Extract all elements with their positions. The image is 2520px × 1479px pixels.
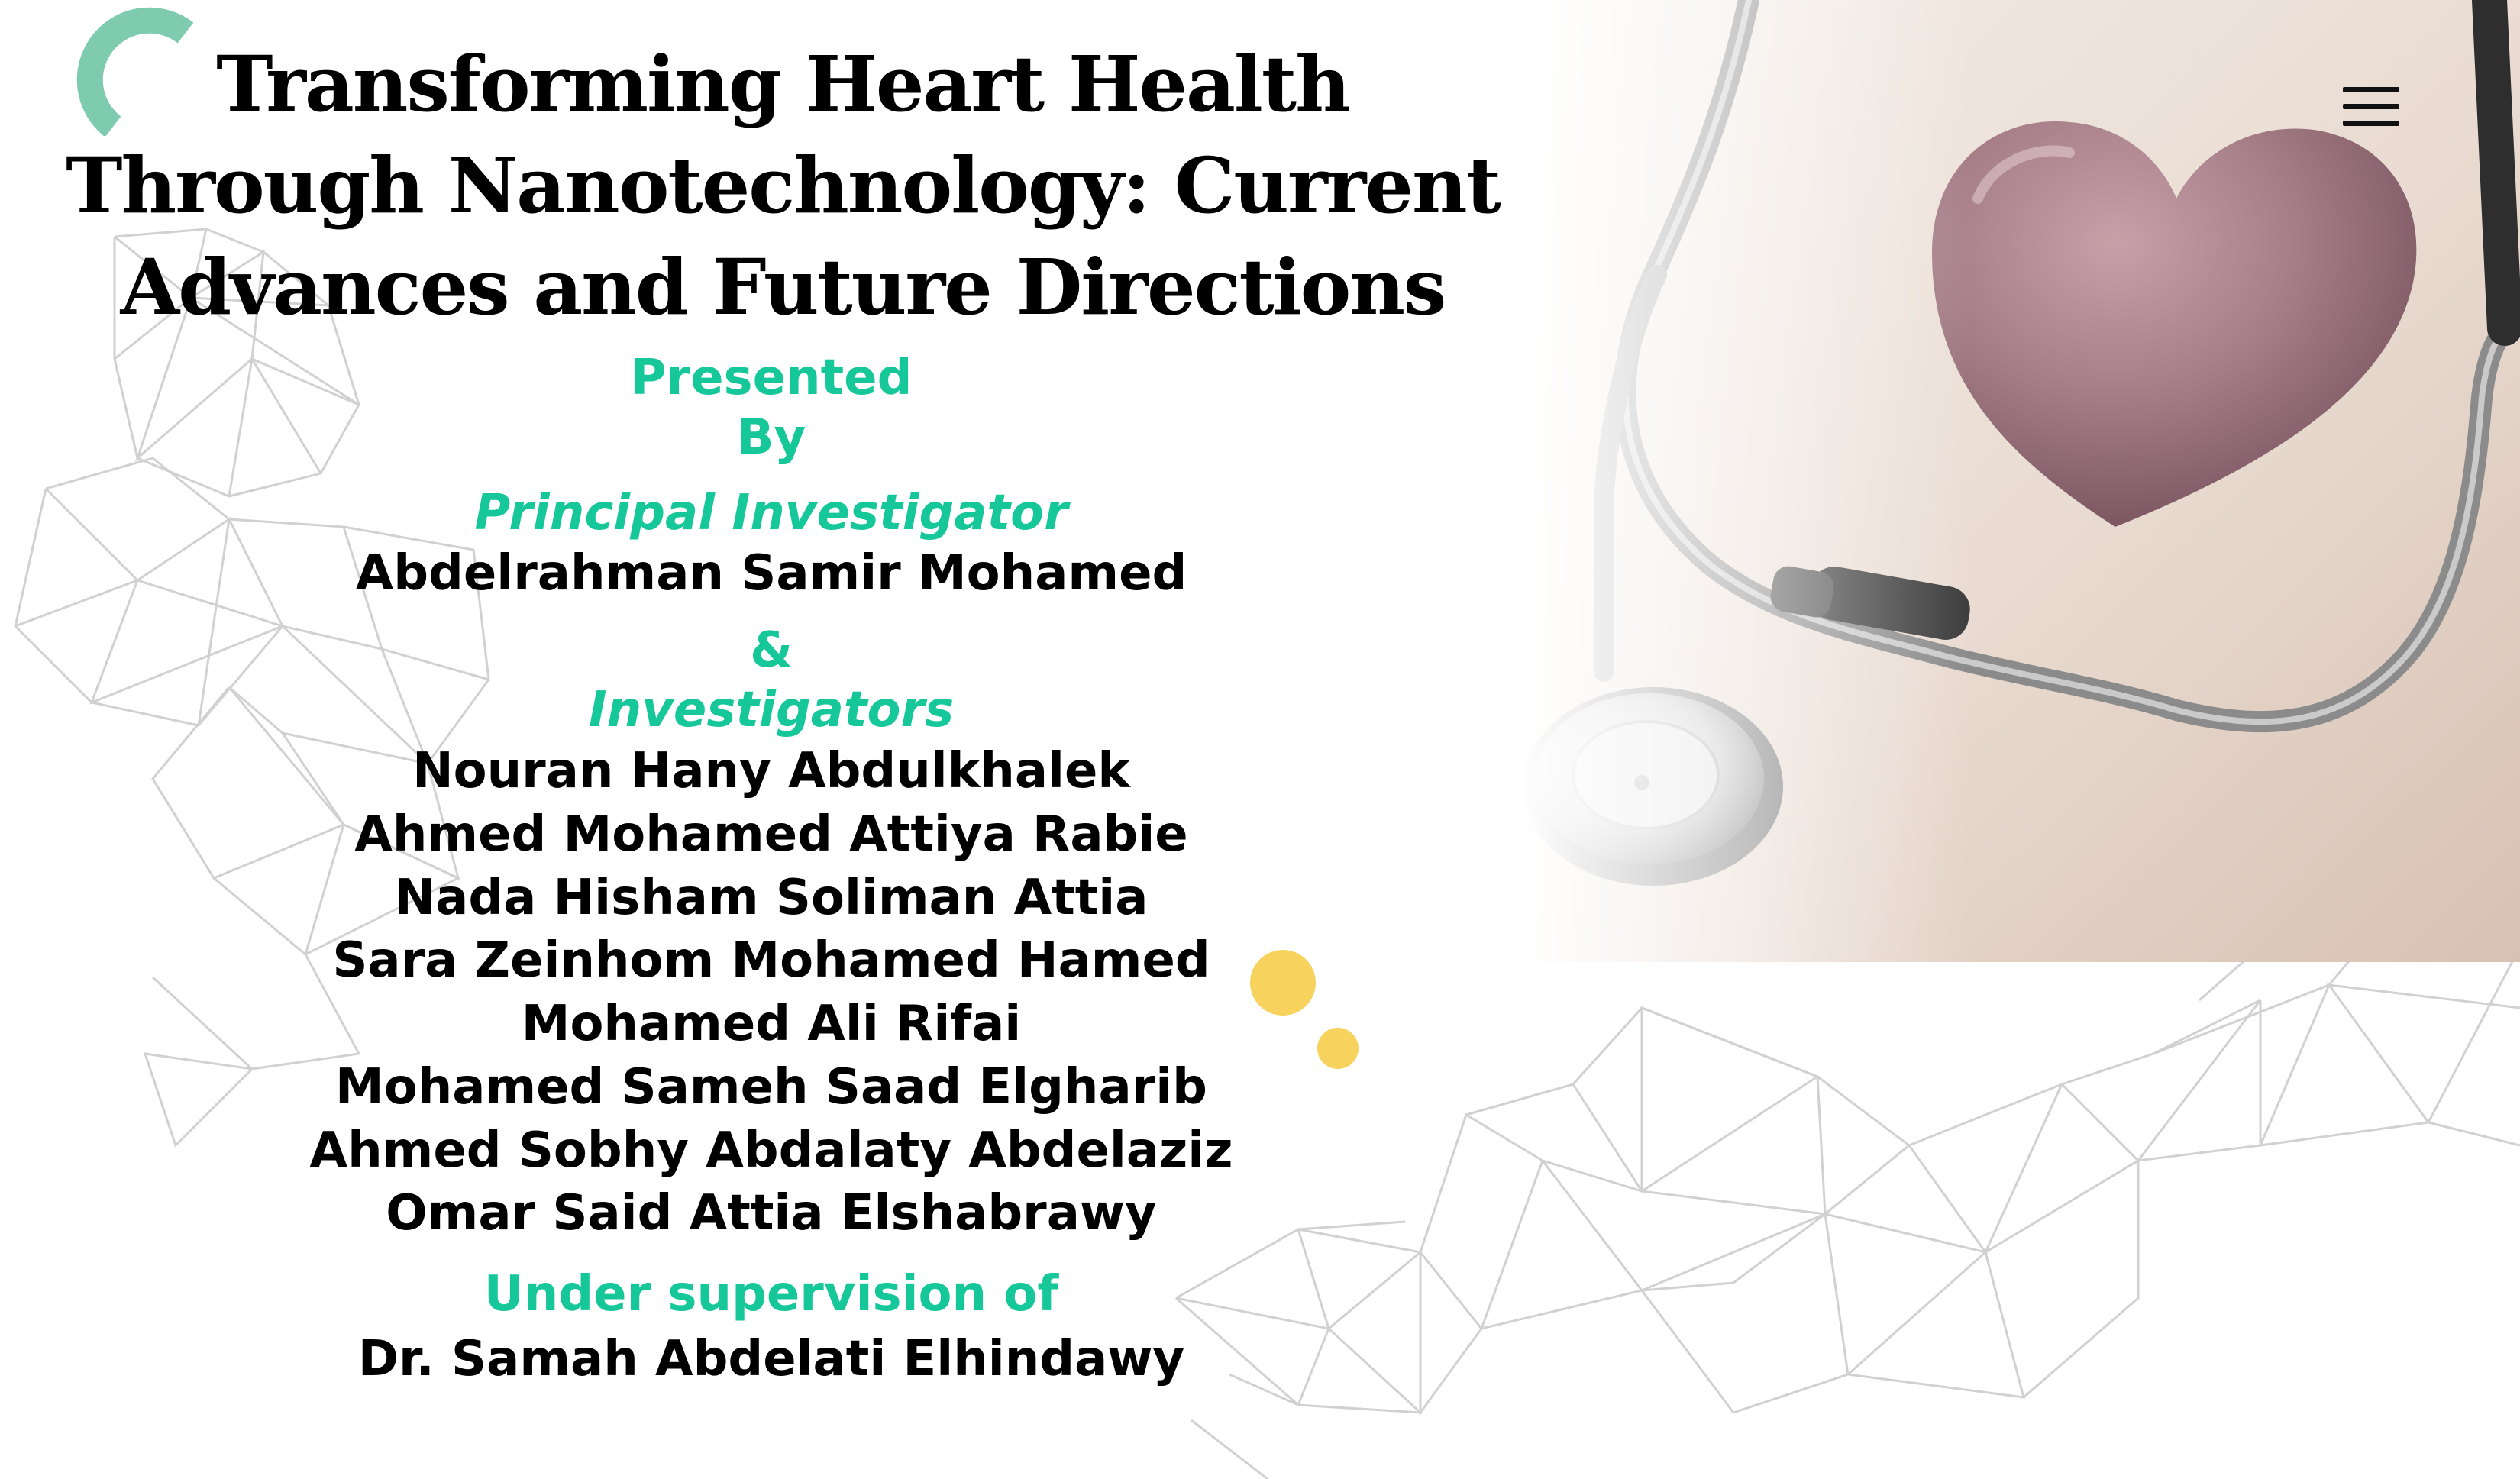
- investigator-name: Mohamed Ali Rifai: [521, 996, 1022, 1052]
- investigators-label: Investigators: [588, 682, 955, 738]
- page-title: Transforming Heart Health Through Nanote…: [66, 39, 1501, 332]
- ampersand: &: [750, 622, 793, 679]
- investigator-name: Mohamed Sameh Saad Elgharib: [335, 1059, 1207, 1116]
- stethoscope-heart-photo: [1520, 0, 2520, 962]
- menu-button[interactable]: [2329, 78, 2413, 139]
- by-label: By: [736, 409, 806, 466]
- investigator-name: Ahmed Mohamed Attiya Rabie: [354, 806, 1188, 863]
- investigator-name: Nouran Hany Abdulkhalek: [412, 743, 1130, 799]
- presented-label: Presented: [630, 350, 913, 406]
- principal-investigator-name: Abdelrahman Samir Mohamed: [355, 545, 1187, 602]
- investigator-name: Sara Zeinhom Mohamed Hamed: [332, 932, 1210, 989]
- investigator-name: Nada Hisham Soliman Attia: [394, 870, 1149, 926]
- supervisor-name: Dr. Samah Abdelati Elhindawy: [357, 1331, 1185, 1387]
- investigator-name: Omar Said Attia Elshabrawy: [386, 1185, 1157, 1242]
- investigator-name: Ahmed Sobhy Abdalaty Abdelaziz: [309, 1122, 1233, 1179]
- principal-investigator-label: Principal Investigator: [474, 485, 1068, 541]
- supervision-label: Under supervision of: [483, 1266, 1059, 1322]
